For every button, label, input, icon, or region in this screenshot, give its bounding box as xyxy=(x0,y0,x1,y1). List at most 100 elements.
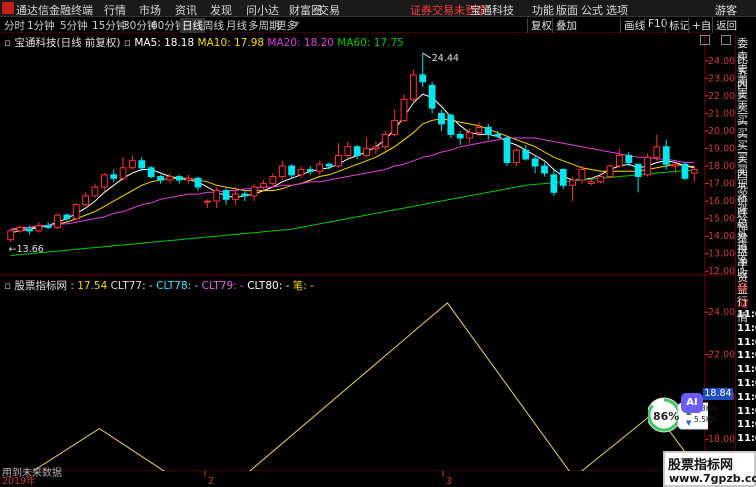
sub-lines xyxy=(7,302,701,487)
period-daily[interactable]: 日线 xyxy=(180,18,205,33)
main-legend: ▫ 宝通科技(日线 前复权) ▫ MA5: 18.18 MA10: 17.98 … xyxy=(4,35,404,50)
period-fenshi[interactable]: 分时 xyxy=(4,18,25,33)
menu-shichang[interactable]: 市场 xyxy=(139,2,161,18)
period-multi[interactable]: 多周期 xyxy=(248,18,280,33)
menu-hangqing[interactable]: 行情 xyxy=(104,2,126,18)
period-5min[interactable]: 5分钟 xyxy=(60,18,88,33)
chart-area[interactable]: 24.44 ←13.66 12.00 13.00 14.00 15.00 16.00 17.… xyxy=(0,33,735,487)
candle-body xyxy=(119,167,127,179)
candle-body xyxy=(606,165,614,178)
candle-body xyxy=(578,169,586,181)
y-tick-label: 14.00 xyxy=(708,231,735,242)
y-tick-label: 24.00 xyxy=(708,56,735,67)
candle-body xyxy=(316,163,324,172)
future-data-note: 用到未来数据 xyxy=(2,468,62,479)
tick-time: 11:02 xyxy=(737,336,756,348)
y-tick-label: 17.00 xyxy=(708,179,735,190)
candle-body xyxy=(494,133,502,137)
y-tick-label: 12.00 xyxy=(708,266,735,277)
sub-title: 股票指标网 xyxy=(14,280,67,292)
ma5-label: MA5: 18.18 xyxy=(134,37,195,49)
period-15min[interactable]: 15分钟 xyxy=(92,18,126,33)
candle-body xyxy=(250,186,258,197)
menu-wenxiaoda[interactable]: 问小达 xyxy=(246,2,279,18)
candle-body xyxy=(475,126,483,134)
percent-label: 86% xyxy=(653,410,680,423)
candle-body xyxy=(400,98,408,121)
tick-time: 11:02 xyxy=(737,405,756,417)
maximize-icon[interactable] xyxy=(700,35,710,45)
menu-banmian[interactable]: 版面 xyxy=(556,2,578,18)
candle-body xyxy=(185,177,193,181)
tick-time: 11:02 xyxy=(737,391,756,403)
candle-body xyxy=(597,176,605,183)
period-1min[interactable]: 1分钟 xyxy=(27,18,55,33)
high-arrow xyxy=(422,52,432,59)
candle-body xyxy=(91,186,99,197)
y-tick-label: 22.00 xyxy=(708,91,735,102)
more-arrow-icon[interactable]: ▾ xyxy=(294,18,299,30)
account-name: 宝通科技 xyxy=(470,4,514,17)
candle-body xyxy=(297,169,305,176)
candle-body xyxy=(503,137,511,164)
candle-body xyxy=(625,154,633,164)
candle-body xyxy=(550,174,558,193)
main-grid xyxy=(0,33,735,471)
menu-xuanxiang[interactable]: 选项 xyxy=(606,2,628,18)
btn-huaxian[interactable]: 画线 xyxy=(620,18,645,33)
candle-body xyxy=(203,200,211,203)
quote-panel: 委比 卖五 卖四 卖三 卖二 卖一 买一 买二 买三 买四 买五 现价 涨跌 涨幅 总量 外盘 换手 净资 收益 自动… xyxy=(735,33,756,487)
tick-time: 11:02 xyxy=(737,378,756,389)
candle-body xyxy=(26,228,33,232)
menu-faxian[interactable]: 发现 xyxy=(210,2,232,18)
low-label: ←13.66 xyxy=(9,244,44,255)
ma60-label: MA60: 17.75 xyxy=(337,37,404,49)
candle-body xyxy=(372,146,380,149)
kline-chart-svg[interactable]: 24.44 ←13.66 12.00 13.00 14.00 15.00 16.00 17.… xyxy=(0,33,735,487)
close-panel-icon[interactable] xyxy=(721,35,731,45)
candle-body xyxy=(269,176,277,185)
tick-time: 11:02 xyxy=(737,364,756,376)
btn-f10[interactable]: F10 xyxy=(644,18,667,30)
x-axis: 2019年 2 3 xyxy=(0,471,735,487)
candle-body xyxy=(100,174,108,188)
candle-body xyxy=(278,165,286,178)
indicator-settings-icon[interactable]: ▫ xyxy=(124,37,131,49)
period-weekly[interactable]: 周线 xyxy=(203,18,224,33)
candle-body xyxy=(428,84,436,109)
candle-body xyxy=(213,190,221,202)
clt78-label: CLT78: - xyxy=(156,280,199,292)
btn-biaoji[interactable]: 标记 xyxy=(665,18,690,33)
sub-settings-icon[interactable]: ▫ xyxy=(4,280,11,292)
menu-gongneng[interactable]: 功能 xyxy=(532,2,554,18)
btn-fuquan[interactable]: 复权 xyxy=(527,18,552,33)
candle-body xyxy=(522,149,530,160)
btn-diejia[interactable]: 叠加 xyxy=(552,18,577,33)
y-tick-label: 13.00 xyxy=(708,249,735,260)
high-label: 24.44 xyxy=(432,53,459,64)
candle-body xyxy=(194,177,202,188)
app-logo-icon xyxy=(2,2,14,14)
ai-button[interactable]: AI xyxy=(681,393,703,413)
candle-body xyxy=(391,119,399,135)
ma-settings-icon[interactable]: ▫ xyxy=(4,37,11,49)
return-button[interactable]: 返回 xyxy=(712,17,756,33)
svg-text:▼: ▼ xyxy=(686,419,692,427)
candle-body xyxy=(634,163,642,178)
x-axis-band xyxy=(0,471,735,487)
menu-gongshi[interactable]: 公式 xyxy=(581,2,603,18)
candle-body xyxy=(241,193,249,197)
ma20-label: MA20: 18.20 xyxy=(267,37,334,49)
candle-body xyxy=(63,214,71,220)
bi-line xyxy=(7,302,701,487)
y-tick-label: 16.00 xyxy=(708,196,735,207)
guest-label[interactable]: 游客 xyxy=(715,2,737,18)
tick-time: 11:02 xyxy=(737,309,756,320)
tick-time: 11:02 xyxy=(737,433,756,445)
main-y-axis: 12.00 13.00 14.00 15.00 16.00 17.00 18.00 19.00… xyxy=(705,56,735,277)
menu-zixun[interactable]: 资讯 xyxy=(175,2,197,18)
candle-body xyxy=(325,163,333,167)
period-monthly[interactable]: 月线 xyxy=(226,18,247,33)
candle-body xyxy=(54,214,61,228)
menu-jiaoyi[interactable]: 交易 xyxy=(318,2,340,18)
